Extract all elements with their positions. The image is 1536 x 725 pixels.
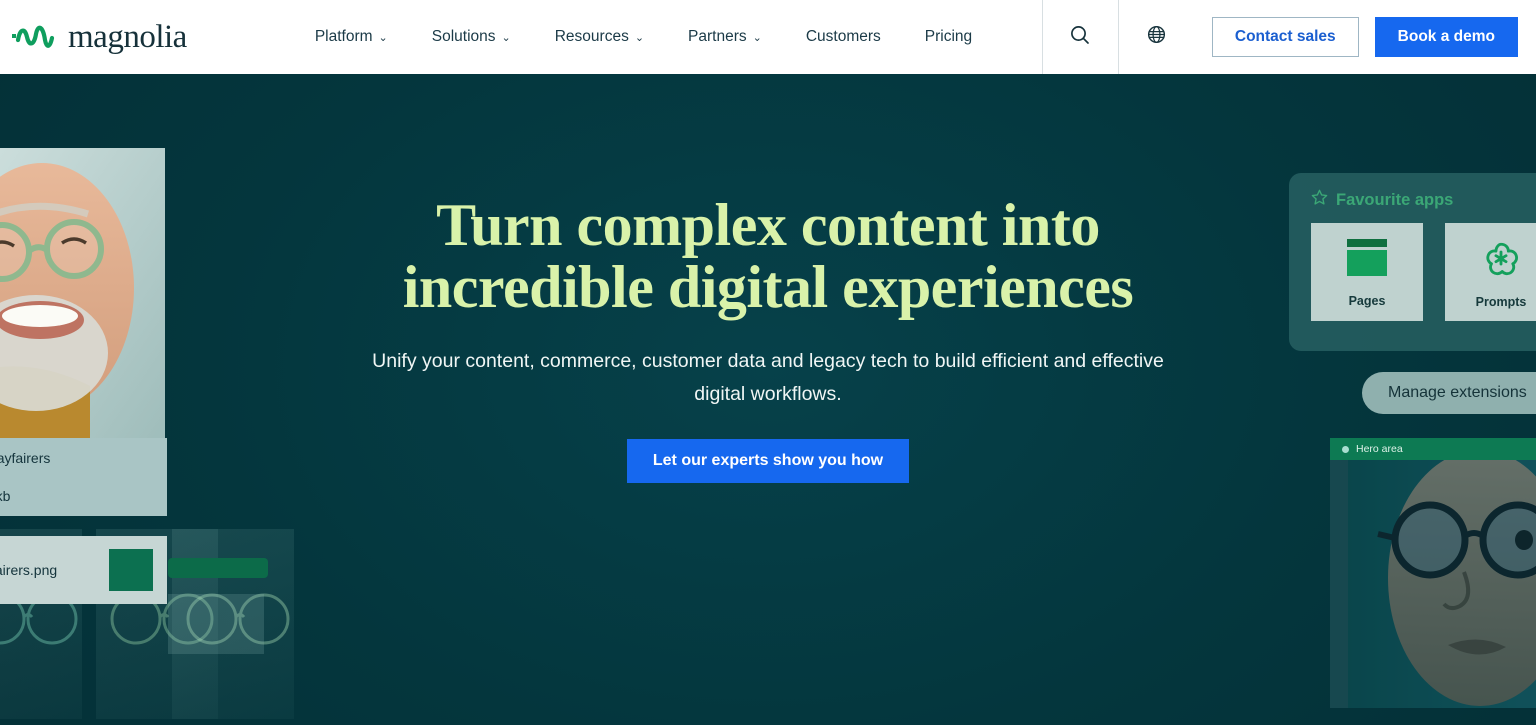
nav-cta-group: Contact sales Book a demo: [1194, 0, 1536, 74]
app-tile-prompts[interactable]: Prompts: [1445, 223, 1536, 321]
app-tile-label: Pages: [1348, 293, 1386, 308]
hero-area-label: Hero area: [1356, 443, 1403, 455]
hero-area-card[interactable]: Hero area: [1330, 438, 1536, 708]
nav-item-partners[interactable]: Partners ⌄: [666, 0, 784, 74]
nav-item-label: Partners: [688, 28, 747, 45]
nav-item-label: Customers: [805, 28, 881, 45]
asset-thumbnail-card[interactable]: yfairers.png: [0, 536, 167, 604]
manage-extensions-button[interactable]: Manage extensions: [1362, 372, 1536, 414]
hero-area-card-header: Hero area: [1330, 438, 1536, 460]
nav-item-label: Pricing: [924, 28, 973, 45]
search-button[interactable]: [1041, 0, 1118, 74]
app-tile-label: Prompts: [1475, 294, 1527, 309]
nav-item-resources[interactable]: Resources ⌄: [533, 0, 666, 74]
asset-name-label: Wayfairers: [0, 450, 51, 466]
top-navigation-bar: magnolia Platform ⌄ Solutions ⌄ Resource…: [0, 0, 1536, 74]
asset-filename-label: yfairers.png: [0, 562, 58, 578]
primary-nav: Platform ⌄ Solutions ⌄ Resources ⌄ Partn…: [293, 0, 994, 74]
hero-cta-button[interactable]: Let our experts show you how: [626, 439, 910, 484]
nav-item-label: Solutions: [431, 28, 496, 45]
hero-area-card-body: [1330, 460, 1536, 708]
book-a-demo-button[interactable]: Book a demo: [1374, 17, 1518, 57]
decorative-teal-block: [168, 594, 264, 654]
search-icon: [1069, 24, 1091, 51]
favourite-apps-header: Favourite apps: [1311, 189, 1536, 211]
nav-item-platform[interactable]: Platform ⌄: [293, 0, 410, 74]
app-tile-pages[interactable]: Pages: [1311, 223, 1423, 321]
prompts-sparkle-icon: [1479, 236, 1523, 285]
favourite-apps-tiles: Pages Prompts: [1311, 223, 1536, 321]
hero-area-portrait-photo: [1348, 460, 1536, 708]
nav-item-label: Platform: [314, 28, 373, 45]
asset-info-card[interactable]: Wayfairers 3 kb: [0, 438, 167, 516]
favourite-apps-panel: Favourite apps Pages Prompts: [1289, 173, 1536, 351]
language-selector-button[interactable]: [1117, 0, 1194, 74]
globe-icon: [1146, 24, 1167, 50]
status-dot-icon: [1342, 445, 1349, 453]
contact-sales-button[interactable]: Contact sales: [1211, 17, 1359, 57]
magnolia-wave-mark-icon: [10, 24, 62, 50]
nav-item-solutions[interactable]: Solutions ⌄: [410, 0, 533, 74]
hero-area-side-column: [1330, 460, 1348, 708]
pages-icon: [1344, 237, 1390, 284]
chevron-down-icon: ⌄: [501, 31, 511, 44]
favourite-apps-title: Favourite apps: [1336, 190, 1454, 209]
nav-item-label: Resources: [554, 28, 629, 45]
hero-subheadline: Unify your content, commerce, customer d…: [372, 349, 1164, 405]
decorative-green-bar: [168, 558, 268, 578]
nav-item-pricing[interactable]: Pricing: [903, 0, 994, 74]
left-portrait-photo: [0, 148, 165, 438]
brand-wordmark: magnolia: [68, 18, 187, 55]
star-icon: [1311, 189, 1328, 211]
nav-item-customers[interactable]: Customers: [784, 0, 903, 74]
chevron-down-icon: ⌄: [752, 31, 762, 44]
hero-headline: Turn complex content into incredible dig…: [402, 192, 1134, 321]
chevron-down-icon: ⌄: [378, 31, 388, 44]
nav-actions: Contact sales Book a demo: [1041, 0, 1536, 74]
chevron-down-icon: ⌄: [634, 31, 645, 44]
hero-section: Wayfairers 3 kb yfairers.png Favourite a…: [0, 74, 1536, 725]
brand-logo[interactable]: magnolia: [0, 0, 197, 74]
asset-thumbnail: [109, 549, 153, 591]
asset-size-label: 3 kb: [0, 488, 11, 504]
